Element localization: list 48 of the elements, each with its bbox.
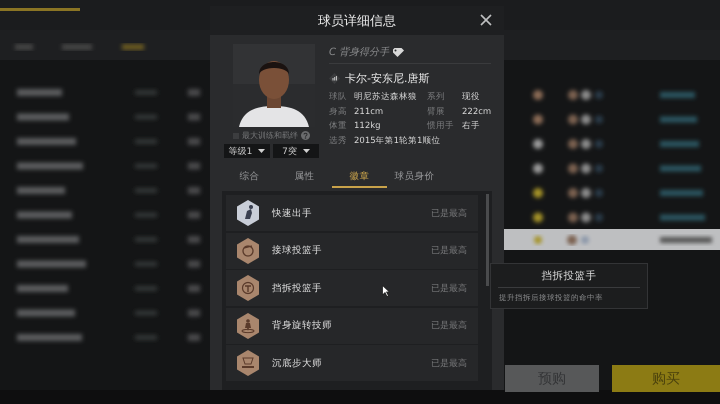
player-name: 卡尔-安东尼.唐斯 bbox=[345, 71, 430, 86]
player-role: C 背身得分手 bbox=[329, 46, 390, 59]
checkbox-label: 最大训练和羁绊 bbox=[242, 130, 298, 141]
close-icon bbox=[479, 13, 493, 27]
tab[interactable]: 属性 bbox=[277, 168, 332, 188]
tag-icon bbox=[393, 48, 404, 56]
info-label: 惯用手 bbox=[427, 120, 455, 133]
tab[interactable]: 球员身价 bbox=[387, 168, 442, 188]
badge-name: 挡拆投篮手 bbox=[272, 282, 322, 294]
tab[interactable]: 综合 bbox=[222, 168, 277, 188]
info-label: 体重 bbox=[329, 120, 348, 133]
badge-row[interactable]: 接球投篮手 已是最高 bbox=[226, 232, 478, 268]
badge-name: 沉底步大师 bbox=[272, 356, 322, 370]
info-label: 身高 bbox=[329, 106, 348, 118]
tooltip-title: 挡拆投篮手 bbox=[498, 264, 640, 288]
dialog-title: 球员详细信息 bbox=[318, 12, 396, 30]
badge-row[interactable]: 背身旋转技师 已是最高 bbox=[226, 308, 478, 344]
info-value: 右手 bbox=[462, 120, 481, 133]
info-label: 臂展 bbox=[427, 106, 446, 118]
caret-icon bbox=[258, 149, 266, 153]
badge-row[interactable]: 沉底步大师 已是最高 bbox=[226, 345, 478, 381]
info-value: 222cm bbox=[462, 106, 492, 118]
cursor-icon bbox=[382, 285, 390, 297]
badge-status: 已是最高 bbox=[431, 282, 467, 294]
level-icon bbox=[329, 73, 340, 84]
info-value: 现役 bbox=[462, 91, 481, 104]
badge-row[interactable]: 快速出手 已是最高 bbox=[226, 195, 478, 231]
dropdown[interactable]: 7突 bbox=[273, 144, 319, 158]
info-label: 球队 bbox=[329, 91, 348, 104]
dropdown[interactable]: 等级1 bbox=[224, 144, 270, 158]
badge-status: 已是最高 bbox=[431, 208, 467, 220]
help-icon bbox=[301, 131, 310, 140]
info-label: 系列 bbox=[427, 91, 446, 104]
badge-name: 快速出手 bbox=[272, 206, 312, 220]
info-value: 2015年第1轮第1顺位 bbox=[354, 134, 442, 148]
badge-row[interactable]: 挡拆投篮手 已是最高 bbox=[226, 270, 478, 306]
badge-status: 已是最高 bbox=[431, 358, 467, 370]
info-value: 明尼苏达森林狼 bbox=[354, 91, 418, 104]
scrollbar-thumb[interactable] bbox=[486, 194, 489, 286]
badge-name: 背身旋转技师 bbox=[272, 319, 332, 332]
badge-name: 接球投篮手 bbox=[272, 244, 322, 257]
tab[interactable]: 徽章 bbox=[332, 168, 387, 188]
badge-status: 已是最高 bbox=[431, 320, 467, 332]
badge-status: 已是最高 bbox=[431, 244, 467, 257]
info-label: 选秀 bbox=[329, 134, 348, 148]
info-value: 112kg bbox=[354, 120, 382, 133]
info-value: 211cm bbox=[354, 106, 384, 118]
caret-icon bbox=[302, 149, 310, 153]
